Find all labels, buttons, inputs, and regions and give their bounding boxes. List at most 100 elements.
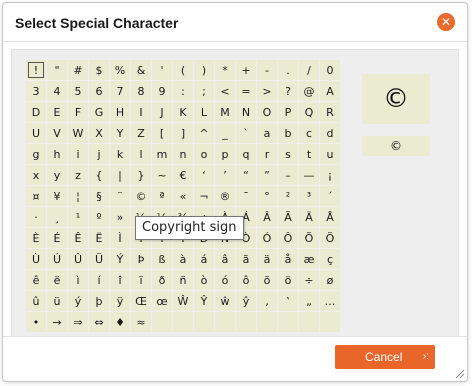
character-cell[interactable]: ŵ bbox=[215, 291, 235, 311]
character-cell[interactable]: J bbox=[152, 102, 172, 122]
character-cell[interactable]: O bbox=[257, 102, 277, 122]
character-cell[interactable]: Q bbox=[299, 102, 319, 122]
character-cell[interactable]: ( bbox=[173, 60, 193, 80]
character-cell[interactable]: & bbox=[131, 60, 151, 80]
character-cell[interactable]: ≈ bbox=[131, 312, 151, 332]
character-cell[interactable]: § bbox=[89, 186, 109, 206]
character-cell[interactable]: + bbox=[236, 60, 256, 80]
character-cell[interactable]: Â bbox=[257, 207, 277, 227]
character-cell[interactable]: ö bbox=[278, 270, 298, 290]
character-cell[interactable]: ì bbox=[68, 270, 88, 290]
character-cell[interactable]: { bbox=[89, 165, 109, 185]
character-cell[interactable]: º bbox=[89, 207, 109, 227]
character-cell[interactable]: K bbox=[173, 102, 193, 122]
character-cell[interactable]: 3 bbox=[26, 81, 46, 101]
character-cell[interactable]: ° bbox=[257, 186, 277, 206]
character-cell[interactable]: í bbox=[89, 270, 109, 290]
character-cell[interactable]: » bbox=[110, 207, 130, 227]
character-cell[interactable]: ó bbox=[215, 270, 235, 290]
character-cell[interactable]: Ó bbox=[257, 228, 277, 248]
character-cell[interactable]: < bbox=[215, 81, 235, 101]
character-cell[interactable]: E bbox=[47, 102, 67, 122]
character-cell[interactable]: ø bbox=[320, 270, 340, 290]
close-icon[interactable]: ✕ bbox=[437, 13, 455, 31]
character-cell[interactable]: c bbox=[299, 123, 319, 143]
character-cell[interactable]: Ê bbox=[68, 228, 88, 248]
character-cell[interactable]: : bbox=[173, 81, 193, 101]
character-cell[interactable]: F bbox=[68, 102, 88, 122]
character-cell[interactable]: ‘ bbox=[194, 165, 214, 185]
character-cell[interactable]: ß bbox=[152, 249, 172, 269]
character-cell[interactable]: ¯ bbox=[236, 186, 256, 206]
character-cell[interactable]: Ü bbox=[89, 249, 109, 269]
character-cell[interactable]: — bbox=[299, 165, 319, 185]
character-cell[interactable]: 6 bbox=[89, 81, 109, 101]
character-cell[interactable]: q bbox=[236, 144, 256, 164]
character-cell[interactable]: > bbox=[257, 81, 277, 101]
character-cell[interactable]: a bbox=[257, 123, 277, 143]
character-cell[interactable]: Ã bbox=[278, 207, 298, 227]
character-cell[interactable]: ª bbox=[152, 186, 172, 206]
character-cell[interactable]: Ý bbox=[110, 249, 130, 269]
character-cell[interactable]: ¸ bbox=[47, 207, 67, 227]
character-cell[interactable]: V bbox=[47, 123, 67, 143]
character-cell[interactable]: ~ bbox=[152, 165, 172, 185]
character-cell[interactable]: ë bbox=[47, 270, 67, 290]
character-cell[interactable]: ♦ bbox=[110, 312, 130, 332]
character-cell[interactable]: @ bbox=[299, 81, 319, 101]
character-cell[interactable]: ò bbox=[194, 270, 214, 290]
character-cell[interactable]: k bbox=[110, 144, 130, 164]
character-cell[interactable]: ' bbox=[152, 60, 172, 80]
character-cell[interactable]: ü bbox=[47, 291, 67, 311]
character-cell[interactable]: Û bbox=[68, 249, 88, 269]
character-cell[interactable]: l bbox=[131, 144, 151, 164]
character-cell[interactable]: þ bbox=[89, 291, 109, 311]
character-cell[interactable]: Õ bbox=[299, 228, 319, 248]
character-cell[interactable]: · bbox=[26, 207, 46, 227]
character-cell[interactable]: ¦ bbox=[68, 186, 88, 206]
character-cell[interactable]: # bbox=[68, 60, 88, 80]
character-cell[interactable]: h bbox=[47, 144, 67, 164]
character-cell[interactable]: • bbox=[26, 312, 46, 332]
character-cell[interactable]: ¨ bbox=[110, 186, 130, 206]
character-cell[interactable]: y bbox=[47, 165, 67, 185]
character-cell[interactable]: 7 bbox=[110, 81, 130, 101]
character-cell[interactable]: ¡ bbox=[320, 165, 340, 185]
character-cell[interactable]: $ bbox=[89, 60, 109, 80]
character-cell[interactable]: } bbox=[131, 165, 151, 185]
character-cell[interactable]: æ bbox=[299, 249, 319, 269]
character-cell[interactable]: É bbox=[47, 228, 67, 248]
character-cell[interactable]: ; bbox=[194, 81, 214, 101]
character-cell[interactable]: Ŷ bbox=[194, 291, 214, 311]
character-cell[interactable]: N bbox=[236, 102, 256, 122]
character-cell[interactable]: Ä bbox=[299, 207, 319, 227]
character-cell[interactable]: H bbox=[110, 102, 130, 122]
character-cell[interactable]: * bbox=[215, 60, 235, 80]
character-cell[interactable]: ÷ bbox=[299, 270, 319, 290]
character-cell[interactable]: € bbox=[173, 165, 193, 185]
character-cell[interactable]: L bbox=[194, 102, 214, 122]
character-cell[interactable]: o bbox=[194, 144, 214, 164]
character-cell[interactable]: I bbox=[131, 102, 151, 122]
character-cell[interactable]: ³ bbox=[299, 186, 319, 206]
character-cell[interactable]: t bbox=[299, 144, 319, 164]
character-cell[interactable]: u bbox=[320, 144, 340, 164]
character-cell[interactable]: ê bbox=[26, 270, 46, 290]
character-cell[interactable]: ð bbox=[152, 270, 172, 290]
character-cell[interactable]: r bbox=[257, 144, 277, 164]
character-cell[interactable]: „ bbox=[299, 291, 319, 311]
character-cell[interactable]: s bbox=[278, 144, 298, 164]
character-cell[interactable]: œ bbox=[152, 291, 172, 311]
character-cell[interactable]: Ŵ bbox=[173, 291, 193, 311]
character-cell[interactable]: M bbox=[215, 102, 235, 122]
character-cell[interactable]: – bbox=[278, 165, 298, 185]
character-cell[interactable]: / bbox=[299, 60, 319, 80]
character-cell[interactable]: R bbox=[320, 102, 340, 122]
character-cell[interactable]: ` bbox=[236, 123, 256, 143]
character-cell[interactable]: ? bbox=[278, 81, 298, 101]
character-cell[interactable]: b bbox=[278, 123, 298, 143]
character-cell[interactable]: % bbox=[110, 60, 130, 80]
character-cell[interactable]: Œ bbox=[131, 291, 151, 311]
character-cell[interactable]: Ë bbox=[89, 228, 109, 248]
character-cell[interactable]: ® bbox=[215, 186, 235, 206]
